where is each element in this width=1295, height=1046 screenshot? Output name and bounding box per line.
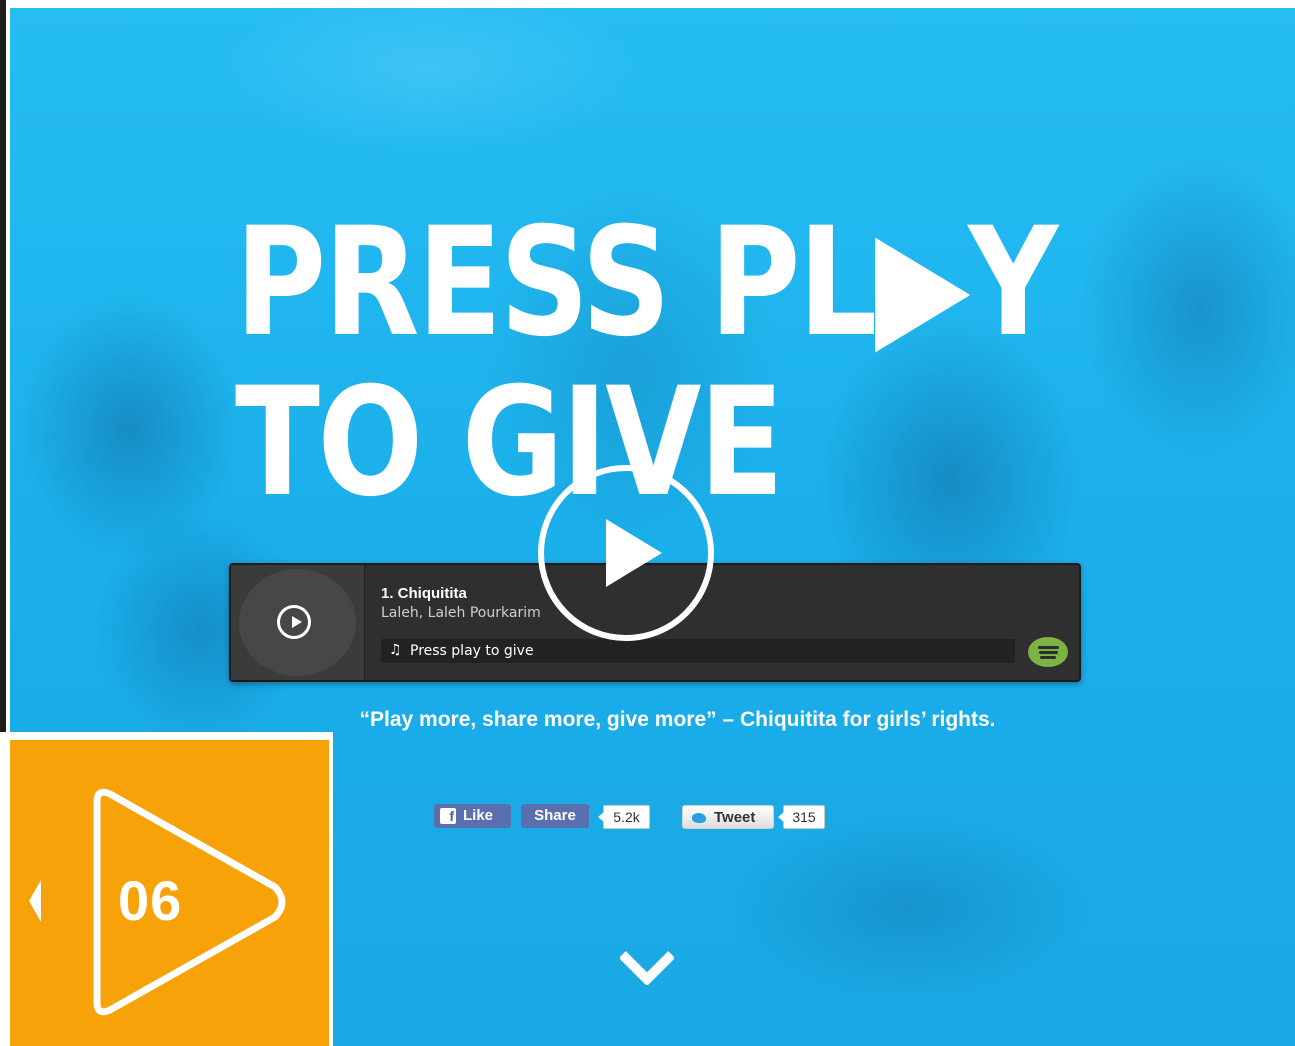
track-title: 1. Chiquitita	[381, 585, 467, 602]
track-artist: Laleh, Laleh Pourkarim	[381, 605, 541, 621]
chevron-left-icon[interactable]	[29, 880, 41, 922]
spotify-wave-3	[1040, 656, 1056, 659]
track-bar-label: Press play to give	[410, 643, 534, 659]
headline-line-1: PRESS PL▶Y	[235, 196, 1058, 370]
play-outline-icon	[93, 788, 286, 1016]
facebook-share-button[interactable]: Share	[521, 804, 589, 828]
facebook-share-count: 5.2k	[598, 805, 650, 829]
video-play-icon[interactable]	[538, 465, 714, 641]
tweet-count: 315	[778, 805, 825, 829]
facebook-like-label: Like	[463, 807, 494, 824]
tagline: “Play more, share more, give more” – Chi…	[359, 708, 996, 731]
tweet-label: Tweet	[714, 809, 756, 826]
twitter-bird-icon	[692, 813, 706, 823]
album-cover	[231, 565, 365, 680]
step-number: 06	[118, 869, 183, 932]
page: PRESS PL▶Y TO GIVE 1. Chiquitita Laleh, …	[0, 0, 1295, 1046]
facebook-like-button[interactable]: f Like	[434, 804, 511, 828]
step-badge: 06	[0, 732, 333, 1046]
step-badge-panel: 06	[10, 740, 329, 1046]
play-icon[interactable]	[277, 605, 311, 639]
spotify-icon[interactable]	[1028, 637, 1068, 667]
facebook-icon: f	[440, 808, 456, 824]
music-note-icon: ♫	[389, 642, 402, 658]
spotify-wave-1	[1038, 646, 1059, 649]
track-progress-bar[interactable]: ♫ Press play to give	[381, 639, 1015, 663]
tweet-button[interactable]: Tweet	[682, 805, 774, 829]
spotify-wave-2	[1039, 651, 1058, 654]
